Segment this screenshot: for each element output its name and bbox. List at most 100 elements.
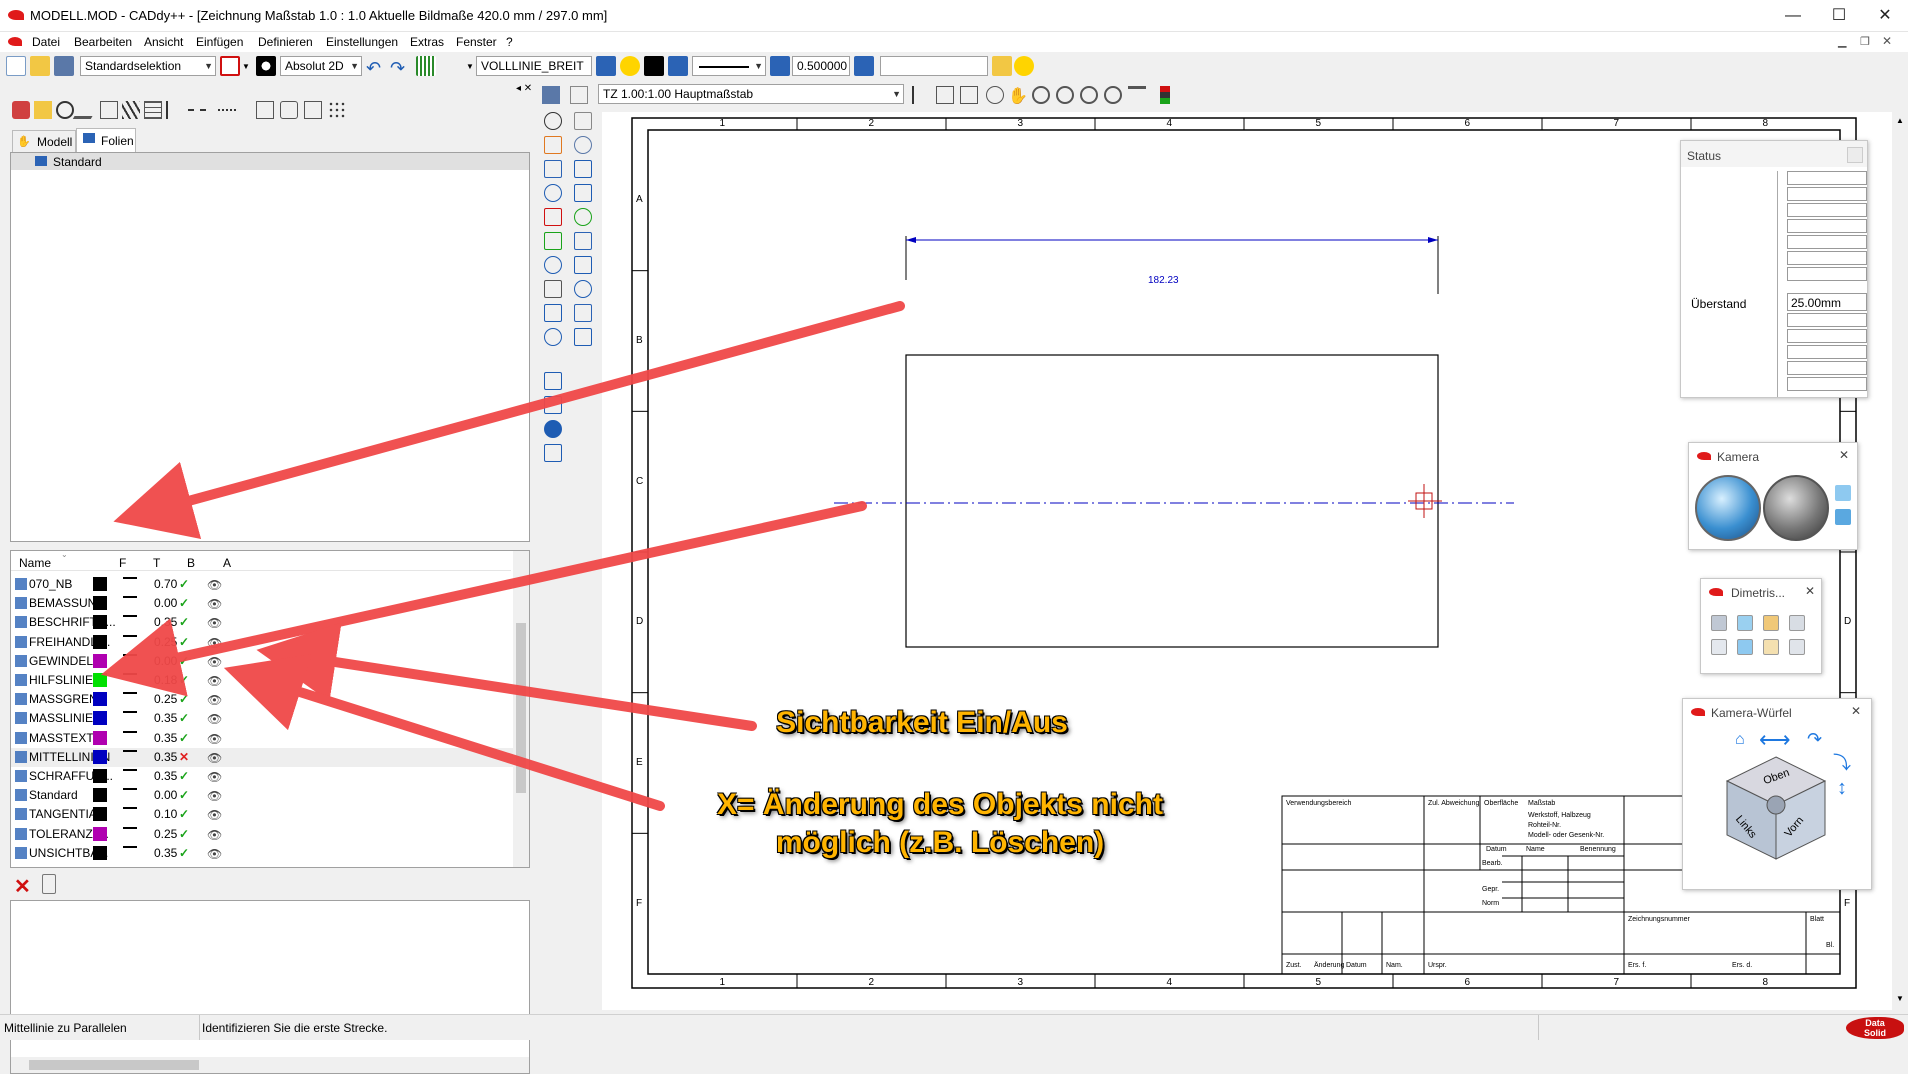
mdi-restore-icon[interactable]: ❐ (1860, 35, 1870, 48)
tab-folien[interactable]: Folien (76, 128, 136, 152)
centerline-tool-icon[interactable] (188, 109, 206, 111)
visibility-eye-icon[interactable]: 👁 (207, 674, 222, 688)
visibility-eye-icon[interactable]: 👁 (207, 847, 222, 861)
layer-width[interactable]: 0.25 (154, 827, 177, 841)
tree-item-standard[interactable]: Standard (11, 153, 529, 170)
layer-width[interactable]: 0.10 (154, 807, 177, 821)
cylinder-tool-icon[interactable] (280, 101, 298, 119)
layer-width[interactable]: 0.25 (154, 692, 177, 706)
grid-icon[interactable] (416, 56, 436, 76)
menu-ansicht[interactable]: Ansicht (142, 32, 185, 52)
open-folder-icon[interactable] (30, 56, 50, 76)
info-tool-icon[interactable] (544, 420, 562, 438)
canvas-vscroll[interactable]: ▲ ▼ (1892, 112, 1908, 1010)
table-tool-icon[interactable] (144, 101, 162, 119)
status-field[interactable] (1787, 219, 1867, 233)
layer-width[interactable]: 0.35 (154, 711, 177, 725)
visibility-eye-icon[interactable]: 👁 (207, 597, 222, 611)
mdi-minimize-icon[interactable]: ▁ (1838, 35, 1846, 48)
layer-width[interactable]: 0.70 (154, 577, 177, 591)
layer-row[interactable]: TOLERANZT... 0.25 ✓ 👁 (11, 825, 521, 844)
redo-icon[interactable]: ↷ (390, 58, 405, 79)
edit-check-icon[interactable]: ✓ (179, 654, 189, 668)
visibility-eye-icon[interactable]: 👁 (207, 789, 222, 803)
visibility-eye-icon[interactable]: 👁 (207, 712, 222, 726)
layer-width[interactable]: 0.35 (154, 615, 177, 629)
layer-color-swatch[interactable] (93, 749, 107, 764)
layer-row[interactable]: BEMASSUN... 0.00 ✓ 👁 (11, 594, 521, 613)
layer-color-swatch[interactable] (93, 653, 107, 668)
menu-einfuegen[interactable]: Einfügen (194, 32, 245, 52)
scale-zone-select[interactable]: TZ 1.00:1.00 Hauptmaßstab ▼ (598, 84, 904, 104)
status-close-icon[interactable] (1847, 147, 1863, 163)
black-color-icon[interactable] (644, 56, 664, 76)
menu-einstellungen[interactable]: Einstellungen (324, 32, 400, 52)
ueberstand-input[interactable]: 25.00mm (1787, 293, 1867, 311)
line-tool-icon[interactable] (166, 101, 184, 119)
edit-check-icon[interactable]: ✓ (179, 807, 189, 821)
visibility-eye-icon[interactable]: 👁 (207, 578, 222, 592)
hatching-icon[interactable] (544, 328, 562, 346)
coordinate-mode-select[interactable]: Absolut 2D ▼ (280, 56, 362, 76)
menu-fenster[interactable]: Fenster (454, 32, 499, 52)
layer-row[interactable]: MASSGREN... 0.25 ✓ 👁 (11, 690, 521, 709)
save-icon[interactable] (54, 56, 74, 76)
pencil-edit-icon[interactable] (544, 136, 562, 154)
node-icon[interactable] (544, 280, 562, 298)
layer-linetype[interactable] (123, 692, 137, 695)
layer-linetype[interactable] (123, 577, 137, 579)
edit-check-icon[interactable]: ✓ (179, 788, 189, 802)
zoom-icon[interactable] (986, 86, 1004, 104)
layer-width[interactable]: 0.18 (154, 673, 177, 687)
layer-row[interactable]: Standard 0.00 ✓ 👁 (11, 786, 521, 805)
layer-scrollbar[interactable] (513, 551, 529, 867)
rotate-globe-icon[interactable] (1763, 475, 1829, 541)
visibility-eye-icon[interactable]: 👁 (207, 732, 222, 746)
layer-width[interactable]: 0.35 (154, 731, 177, 745)
text-tool-icon[interactable] (544, 372, 562, 390)
edit-check-icon[interactable]: ✓ (179, 711, 189, 725)
target-icon[interactable] (574, 208, 592, 226)
rotate-down-icon[interactable]: ⤵ (1833, 749, 1851, 775)
layer-row[interactable]: FREIHANDLI... 0.25 ✓ 👁 (11, 633, 521, 652)
print-icon[interactable] (542, 86, 560, 104)
lock-cross-icon[interactable]: ✕ (179, 750, 189, 764)
edit-check-icon[interactable]: ✓ (179, 577, 189, 591)
redraw-icon[interactable] (1128, 86, 1146, 104)
layer-row[interactable]: MITTELLINIEN 0.35 ✕ 👁 (11, 747, 521, 767)
layer-stack-icon[interactable] (596, 56, 616, 76)
align-icon[interactable] (574, 256, 592, 274)
hatch-icon[interactable] (574, 136, 592, 154)
layer-row[interactable]: UNSICHTBA... 0.35 ✓ 👁 (11, 844, 521, 863)
status-field[interactable] (1787, 187, 1867, 201)
transform-icon[interactable] (544, 184, 562, 202)
zoom-in-icon[interactable] (1032, 86, 1050, 104)
zoom-all-icon[interactable] (1080, 86, 1098, 104)
scroll-up-icon[interactable]: ▲ (1896, 116, 1904, 125)
visibility-eye-icon[interactable]: 👁 (207, 636, 222, 650)
circle-tool-icon[interactable] (56, 101, 74, 119)
hscroll-thumb[interactable] (29, 1060, 199, 1070)
layer-row[interactable]: GEWINDELI... 0.00 ✓ 👁 (11, 652, 521, 671)
layer-color-swatch[interactable] (93, 845, 107, 860)
layer-row[interactable]: MASSTEXTE 0.35 ✓ 👁 (11, 729, 521, 748)
layer-linetype[interactable] (123, 615, 137, 618)
layer-linetype[interactable] (123, 711, 137, 714)
visibility-eye-icon[interactable]: 👁 (207, 808, 222, 822)
edit-check-icon[interactable]: ✓ (179, 769, 189, 783)
snap-grid-icon[interactable] (328, 101, 346, 119)
layer-row[interactable]: MASSLINIEN 0.35 ✓ 👁 (11, 709, 521, 728)
select-tool-icon[interactable] (12, 101, 30, 119)
layer-width[interactable]: 0.35 (154, 769, 177, 783)
cube-close-icon[interactable]: ✕ (1851, 704, 1861, 718)
layer-linetype[interactable] (123, 634, 137, 637)
layer-linetype[interactable] (123, 769, 137, 771)
dimetric-view-icon[interactable] (1711, 615, 1727, 631)
grid-dropdown-icon[interactable]: ▼ (466, 62, 474, 71)
linewidth-input[interactable]: 0.500000 (792, 56, 850, 76)
pen-draw-icon[interactable] (544, 232, 562, 250)
layer-linetype[interactable] (123, 653, 137, 656)
grid-snap-icon[interactable] (574, 232, 592, 250)
menu-help[interactable]: ? (504, 32, 515, 52)
layer-color-swatch[interactable] (93, 769, 107, 783)
